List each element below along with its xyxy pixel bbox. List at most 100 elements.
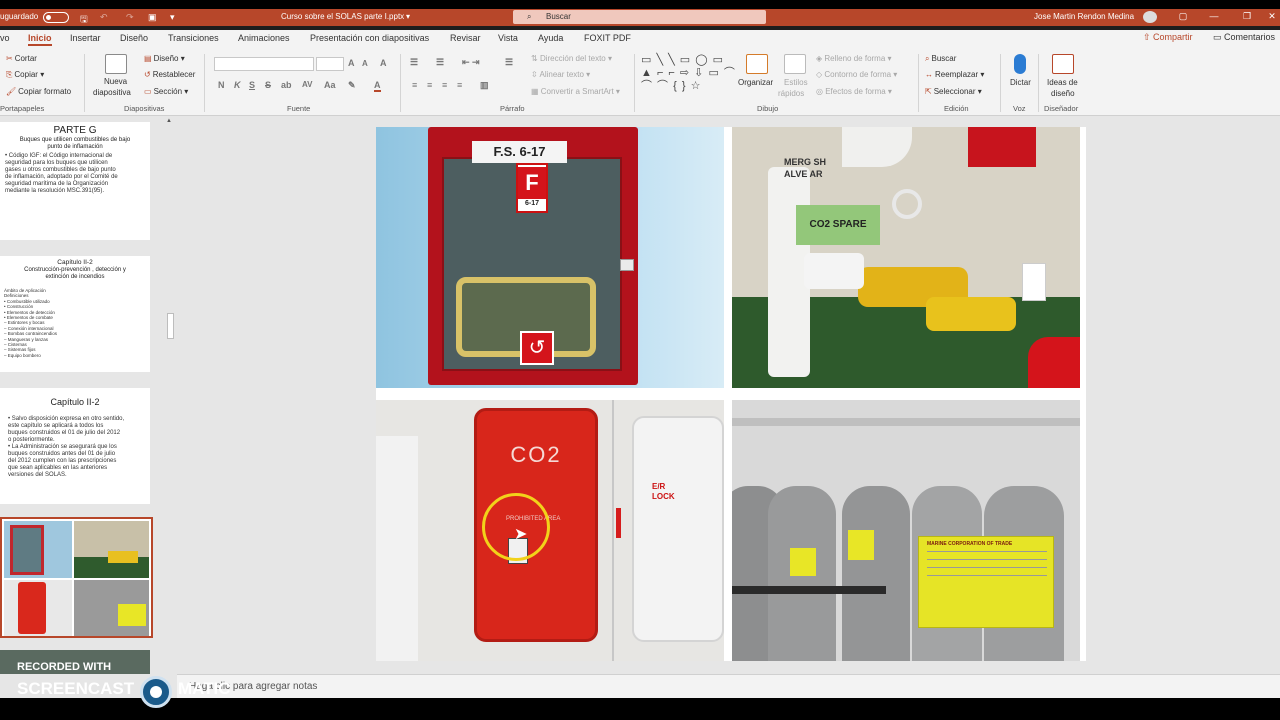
line-spacing-icon[interactable]: ☰ (505, 57, 513, 68)
underline-button[interactable]: S (249, 80, 255, 90)
align-right-icon[interactable]: ≡ (442, 80, 447, 90)
redo-icon[interactable]: ↷ (126, 12, 134, 23)
clear-format-icon[interactable]: A (380, 58, 387, 68)
align-left-icon[interactable]: ≡ (412, 80, 417, 90)
dictate-label[interactable]: Dictar (1010, 78, 1031, 87)
shape-fill-button[interactable]: ◈ Relleno de forma ▾ (816, 54, 892, 63)
photo-fire-hose-cabinet[interactable]: F.S. 6-17 F 6-17 ↺ (376, 127, 724, 388)
slide-thumbnail[interactable]: PARTE G Buques que utilicen combustibles… (0, 122, 150, 240)
current-slide[interactable]: F.S. 6-17 F 6-17 ↺ MERG SH ALVE AR CO2 S… (376, 127, 1086, 661)
notes-pane[interactable]: Haga clic para agregar notas (177, 674, 1280, 698)
shadow-button[interactable]: ab (281, 80, 292, 90)
grow-font-icon[interactable]: A (348, 58, 355, 68)
present-icon[interactable]: ▣ (148, 12, 157, 23)
arrange-label[interactable]: Organizar (738, 78, 773, 87)
microphone-icon[interactable] (1014, 54, 1026, 74)
bold-button[interactable]: N (218, 80, 225, 90)
select-button[interactable]: ⇱ Seleccionar ▾ (925, 87, 982, 96)
document-title[interactable]: Curso sobre el SOLAS parte I.pptx (281, 12, 404, 21)
slide-thumbnail[interactable]: Capítulo II-2 • Salvo disposición expres… (0, 388, 150, 504)
slide-thumbnail-selected[interactable] (0, 517, 153, 638)
find-button[interactable]: ⌕ Buscar (925, 54, 956, 64)
user-name[interactable]: Jose Martin Rendon Medina (1034, 12, 1134, 21)
tab-inicio[interactable]: Inicio (28, 33, 52, 46)
quick-styles-label-1[interactable]: Estilos (784, 78, 808, 87)
highlight-icon[interactable]: ✎ (348, 80, 356, 91)
font-size-select[interactable] (316, 57, 344, 71)
new-slide-label-2[interactable]: diapositiva (93, 88, 131, 97)
italic-button[interactable]: K (234, 80, 241, 90)
thumb-line: – Equipo bombero (4, 352, 41, 358)
section-button[interactable]: ▭ Sección ▾ (144, 87, 188, 96)
scroll-up-icon[interactable]: ▲ (166, 118, 172, 124)
change-case-button[interactable]: Aa (324, 80, 336, 90)
justify-icon[interactable]: ≡ (457, 80, 462, 90)
shape-fill-label: Relleno de forma (824, 54, 886, 63)
smartart-button[interactable]: ▦ Convertir a SmartArt ▾ (531, 87, 620, 96)
replace-button[interactable]: ↔ Reemplazar ▾ (925, 70, 984, 79)
bullets-icon[interactable]: ☰ (410, 57, 418, 68)
font-family-select[interactable] (214, 57, 314, 71)
ribbon-display-icon[interactable]: ▢ (1176, 11, 1190, 22)
title-chevron-icon[interactable]: ▾ (406, 12, 410, 21)
new-slide-label-1[interactable]: Nueva (104, 77, 127, 86)
quick-styles-icon[interactable] (784, 54, 806, 74)
group-diapositivas: Diapositivas (124, 104, 165, 113)
cut-button[interactable]: ✂ Cortar (6, 54, 37, 63)
align-text-button[interactable]: ⇳ Alinear texto ▾ (531, 70, 590, 79)
design-ideas-label-2[interactable]: diseño (1051, 89, 1075, 98)
share-button[interactable]: ⇧ Compartir (1143, 32, 1193, 43)
close-icon[interactable]: ✕ (1265, 11, 1279, 22)
char-spacing-button[interactable]: AV (302, 80, 313, 89)
format-painter-button[interactable]: 🖌 Copiar formato (6, 87, 71, 96)
copy-button[interactable]: ⎘ Copiar ▾ (6, 70, 44, 80)
thumbnail-scrollbar[interactable]: ▲ (166, 116, 175, 674)
design-ideas-icon[interactable] (1052, 54, 1074, 74)
shape-outline-button[interactable]: ◇ Contorno de forma ▾ (816, 70, 897, 79)
tab-revisar[interactable]: Revisar (450, 33, 481, 43)
indent-icon[interactable]: ⇤ ⇥ (462, 57, 480, 68)
shape-effects-button[interactable]: ◎ Efectos de forma ▾ (816, 87, 892, 96)
photo-co2-cylinders[interactable]: MARINE CORPORATION OF TRADE (732, 400, 1080, 661)
thumb-subtitle: punto de inflamación (47, 144, 103, 150)
tab-insertar[interactable]: Insertar (70, 33, 101, 43)
scrollbar-thumb[interactable] (167, 313, 174, 339)
arrange-icon[interactable] (746, 54, 768, 74)
undo-icon[interactable]: ↶ (100, 12, 108, 23)
thumb-line: de inflamación, adoptado por el Comité d… (5, 174, 118, 180)
customize-qat-icon[interactable]: ▾ (170, 12, 175, 23)
design-ideas-label-1[interactable]: Ideas de (1047, 78, 1078, 87)
text-direction-button[interactable]: ⇅ Dirección del texto ▾ (531, 54, 612, 63)
numbering-icon[interactable]: ☰ (436, 57, 444, 68)
search-box[interactable]: ⌕ Buscar (513, 10, 766, 24)
tab-animaciones[interactable]: Animaciones (238, 33, 290, 43)
strikethrough-button[interactable]: S (265, 80, 271, 90)
quick-styles-label-2[interactable]: rápidos (778, 89, 804, 98)
wall-text: MERG SH (784, 157, 827, 167)
slide-thumbnail[interactable]: Capítulo II-2 Construcción-prevención , … (0, 256, 150, 372)
thumb-line: seguridad marítima de la Organización (5, 181, 109, 187)
minimize-icon[interactable]: — (1207, 11, 1221, 21)
tab-presentacion[interactable]: Presentación con diapositivas (310, 33, 429, 43)
tab-file[interactable]: vo (0, 33, 10, 43)
tab-vista[interactable]: Vista (498, 33, 518, 43)
tab-ayuda[interactable]: Ayuda (538, 33, 563, 43)
tab-transiciones[interactable]: Transiciones (168, 33, 219, 43)
reset-button[interactable]: ↺ Restablecer (144, 70, 195, 79)
columns-icon[interactable]: ▥ (480, 80, 489, 91)
shapes-gallery[interactable]: ▭ ╲ ╲ ▭ ◯ ▭ ▲ ⌐ ⌐ ⇨ ⇩ ▭ ⌒ ⌒ ⌒ { } ☆ (641, 54, 737, 96)
thumb-photo (74, 580, 149, 636)
align-center-icon[interactable]: ≡ (427, 80, 432, 90)
font-color-icon[interactable]: A (374, 80, 381, 92)
avatar[interactable] (1143, 11, 1157, 23)
shrink-font-icon[interactable]: A (362, 59, 368, 68)
layout-button[interactable]: ▤ Diseño ▾ (144, 54, 185, 63)
restore-icon[interactable]: ❐ (1240, 11, 1254, 22)
autosave-toggle[interactable] (43, 12, 69, 23)
photo-co2-spare-room[interactable]: MERG SH ALVE AR CO2 SPARE (732, 127, 1080, 388)
new-slide-icon[interactable] (105, 54, 127, 74)
tab-foxit[interactable]: FOXIT PDF (584, 33, 631, 43)
comments-button[interactable]: ▭ Comentarios (1213, 32, 1275, 43)
photo-co2-room-door[interactable]: CO2 PROHIBITED AREA E/R LOCK ➤ (376, 400, 724, 661)
tab-diseno[interactable]: Diseño (120, 33, 148, 43)
